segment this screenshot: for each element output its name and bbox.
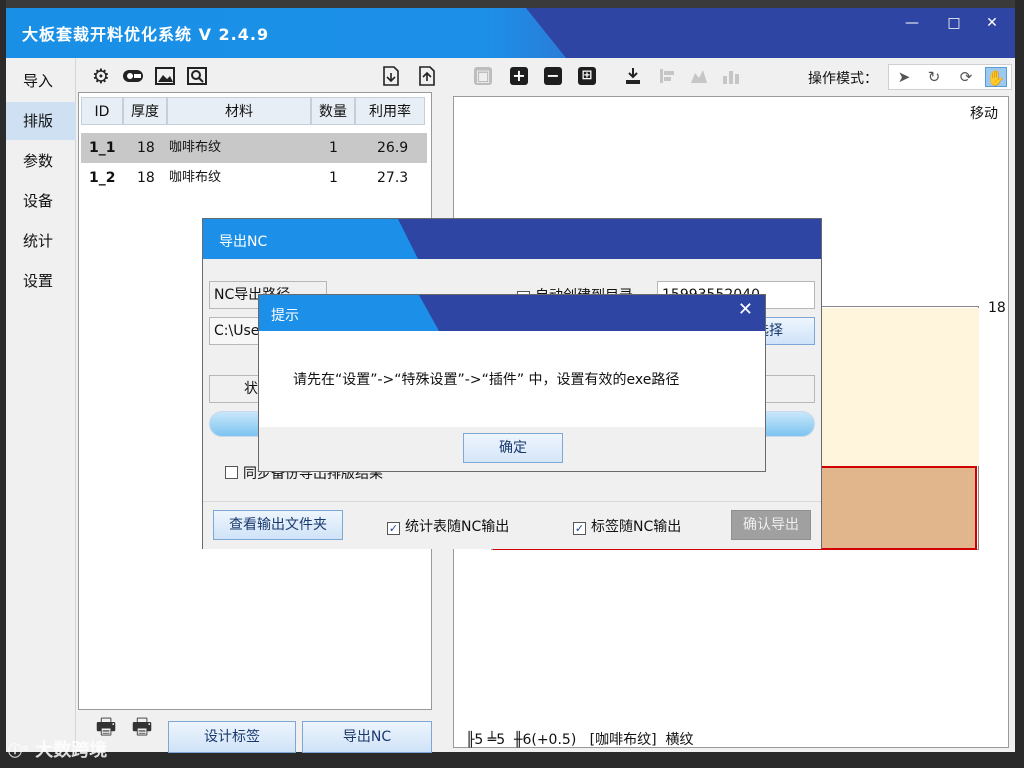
align-down-icon[interactable] [622, 66, 644, 86]
import-file-icon[interactable] [380, 66, 402, 86]
mode-toggle-group: ➤ ↻ ⟳ ✋ [888, 64, 1012, 90]
prompt-body: 请先在“设置”->“特殊设置”->“插件” 中，设置有效的exe路径 [259, 331, 765, 427]
gear-icon[interactable]: ⚙ [90, 64, 112, 88]
nav-item-import[interactable]: 导入 [6, 62, 76, 100]
desktop-background-right [1015, 0, 1024, 768]
image-icon[interactable] [154, 66, 176, 86]
tape-icon[interactable] [122, 66, 144, 86]
rotate-icon[interactable]: ↻ [923, 67, 945, 87]
minimize-button[interactable]: — [894, 12, 930, 34]
insert-icon[interactable]: ⊞ [576, 66, 598, 86]
app-title: 大板套裁开料优化系统 V 2.4.9 [22, 25, 270, 44]
export-nc-title: 导出NC [219, 234, 268, 250]
cell-material: 咖啡布纹 [169, 170, 222, 185]
close-button[interactable]: ✕ [974, 12, 1010, 34]
watermark-right-text: 全屋E柜 [870, 714, 952, 739]
label-with-nc-label: 标签随NC输出 [591, 519, 682, 535]
prompt-titlebar[interactable]: 提示 ✕ [259, 295, 765, 331]
toolbar: ⚙ ▣ + − ⊞ 操作模式： ➤ ↻ ⟳ ✋ [76, 58, 1015, 96]
search-image-icon[interactable] [186, 66, 208, 86]
sidebar-nav: 导入 排版 参数 设备 统计 设置 [6, 58, 76, 752]
move-label: 移动 [970, 106, 998, 122]
column-header-rate[interactable]: 利用率 [355, 97, 425, 125]
cell-rate: 27.3 [377, 170, 409, 186]
column-header-qty[interactable]: 数量 [311, 97, 355, 125]
table-row[interactable]: 1_1 18 咖啡布纹 1 26.9 [81, 133, 427, 163]
checkbox-icon: ✓ [573, 522, 586, 535]
nav-item-layout[interactable]: 排版 [6, 102, 76, 140]
save-icon[interactable]: ▣ [472, 66, 494, 86]
export-file-icon[interactable] [416, 66, 438, 86]
nav-item-device[interactable]: 设备 [6, 182, 76, 220]
wechat-icon: ✉ [846, 714, 863, 738]
nav-item-params[interactable]: 参数 [6, 142, 76, 180]
column-header-material[interactable]: 材料 [167, 97, 311, 125]
checkbox-icon: ✓ [387, 522, 400, 535]
cell-id: 1_2 [89, 170, 116, 186]
checkbox-icon [225, 466, 238, 479]
prompt-message: 请先在“设置”->“特殊设置”->“插件” 中，设置有效的exe路径 [293, 372, 680, 388]
design-label-button[interactable]: 设计标签 [168, 721, 296, 753]
chart-bar-icon[interactable] [720, 66, 742, 86]
cell-qty: 1 [329, 140, 338, 156]
prompt-title: 提示 [271, 308, 299, 324]
chart-area-icon[interactable] [688, 66, 710, 86]
cell-thickness: 18 [137, 140, 155, 156]
label-with-nc-checkbox[interactable]: ✓ 标签随NC输出 [573, 516, 681, 536]
cell-thickness: 18 [137, 170, 155, 186]
nav-item-stats[interactable]: 统计 [6, 222, 76, 260]
column-header-id[interactable]: ID [81, 97, 123, 125]
printer-icon[interactable]: 🖶 [128, 714, 156, 742]
board-thickness-label: 18 [988, 300, 1006, 316]
nav-item-settings[interactable]: 设置 [6, 262, 76, 300]
ok-button[interactable]: 确定 [463, 433, 563, 463]
maximize-button[interactable]: □ [936, 12, 972, 34]
watermark-left-text: 大数跨境 [35, 740, 108, 761]
cell-id: 1_1 [89, 140, 116, 156]
refresh-icon[interactable]: ⟳ [955, 67, 977, 87]
stats-with-nc-label: 统计表随NC输出 [405, 519, 510, 535]
export-nc-titlebar[interactable]: 导出NC [203, 219, 821, 259]
cell-rate: 26.9 [377, 140, 409, 156]
column-header-thickness[interactable]: 厚度 [123, 97, 167, 125]
hand-icon[interactable]: ✋ [985, 67, 1007, 87]
view-output-folder-button[interactable]: 查看输出文件夹 [213, 510, 343, 540]
cell-qty: 1 [329, 170, 338, 186]
watermark-left: ⓘ° 大数跨境 [8, 736, 107, 762]
minus-icon[interactable]: − [542, 66, 564, 86]
watermark-logo-icon: ⓘ° [8, 744, 29, 760]
prompt-dialog: 提示 ✕ 请先在“设置”->“特殊设置”->“插件” 中，设置有效的exe路径 … [258, 294, 766, 472]
title-bar[interactable]: 大板套裁开料优化系统 V 2.4.9 — □ ✕ [6, 8, 1015, 58]
cell-material: 咖啡布纹 [169, 140, 222, 155]
desktop-background-bottom [0, 752, 1024, 768]
table-row[interactable]: 1_2 18 咖啡布纹 1 27.3 [81, 163, 427, 193]
watermark-right: ✉ 全屋E柜 [846, 708, 951, 740]
close-icon[interactable]: ✕ [738, 299, 753, 320]
canvas-status-line: ╟5 ╧5 ╫6(+0.5) [咖啡布纹] 横纹 [466, 732, 694, 748]
pointer-icon[interactable]: ➤ [893, 67, 915, 87]
plus-icon[interactable]: + [508, 66, 530, 86]
stats-with-nc-checkbox[interactable]: ✓ 统计表随NC输出 [387, 516, 509, 536]
export-nc-footer: 查看输出文件夹 ✓ 统计表随NC输出 ✓ 标签随NC输出 确认导出 [203, 501, 821, 549]
export-nc-button[interactable]: 导出NC [302, 721, 432, 753]
mode-label: 操作模式： [808, 71, 878, 87]
align-left-icon[interactable] [656, 66, 678, 86]
confirm-export-button[interactable]: 确认导出 [731, 510, 811, 540]
